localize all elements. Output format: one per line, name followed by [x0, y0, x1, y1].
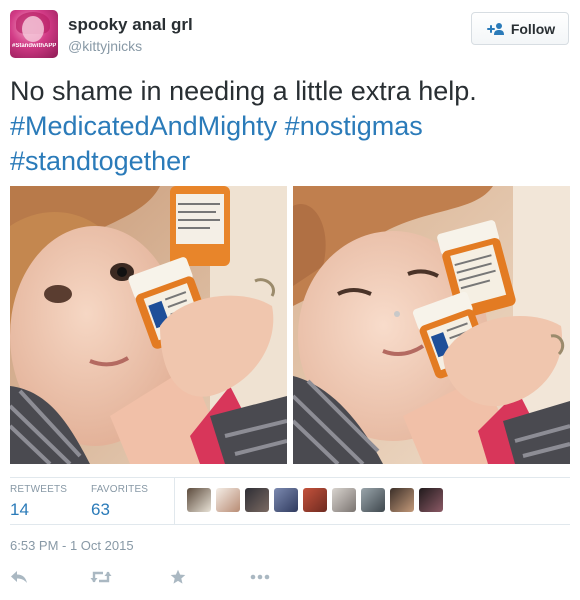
favorites-stat[interactable]: FAVORITES 63: [91, 484, 148, 520]
favoriter-avatar[interactable]: [303, 488, 327, 512]
favoriter-avatar[interactable]: [216, 488, 240, 512]
more-button[interactable]: [250, 566, 330, 588]
favoriter-avatar[interactable]: [274, 488, 298, 512]
tweet-photo-2[interactable]: [293, 186, 570, 464]
follow-button[interactable]: Follow: [471, 12, 569, 45]
retweets-count: 14: [10, 500, 29, 519]
avatar-tag: #StandwithAPP: [12, 43, 56, 49]
retweets-stat[interactable]: RETWEETS 14: [10, 484, 67, 520]
hashtag-link[interactable]: #nostigmas: [285, 111, 423, 141]
user-handle[interactable]: @kittyjnicks: [68, 38, 142, 54]
divider: [10, 477, 570, 478]
favorites-label: FAVORITES: [91, 484, 149, 495]
retweets-label: RETWEETS: [10, 484, 68, 495]
favoriter-avatar[interactable]: [419, 488, 443, 512]
divider: [10, 524, 570, 525]
favoriter-avatar[interactable]: [245, 488, 269, 512]
user-fullname[interactable]: spooky anal grl: [68, 15, 193, 35]
favorites-count: 63: [91, 500, 110, 519]
more-icon: [250, 574, 270, 580]
retweet-button[interactable]: [90, 566, 170, 588]
tweet-timestamp[interactable]: 6:53 PM - 1 Oct 2015: [10, 538, 134, 553]
tweet-text: No shame in needing a little extra help.…: [10, 74, 570, 179]
divider: [174, 478, 175, 524]
star-icon: [170, 569, 186, 585]
avatar[interactable]: #StandwithAPP: [10, 10, 58, 58]
reply-button[interactable]: [10, 566, 90, 588]
favoriter-avatar[interactable]: [390, 488, 414, 512]
tweet-card: #StandwithAPP spooky anal grl @kittyjnic…: [0, 0, 580, 600]
add-person-icon: [485, 22, 505, 36]
tweet-body: No shame in needing a little extra help.: [10, 76, 477, 106]
hashtag-link[interactable]: #MedicatedAndMighty: [10, 111, 277, 141]
hashtag-link[interactable]: #standtogether: [10, 146, 190, 176]
tweet-actions: [10, 566, 330, 588]
favoriter-avatar[interactable]: [332, 488, 356, 512]
reply-icon: [10, 570, 28, 584]
favoriters-avatars: [187, 488, 443, 512]
tweet-photo-1[interactable]: [10, 186, 287, 464]
favorite-button[interactable]: [170, 566, 250, 588]
favoriter-avatar[interactable]: [361, 488, 385, 512]
follow-label: Follow: [510, 20, 556, 37]
retweet-icon: [90, 570, 112, 584]
favoriter-avatar[interactable]: [187, 488, 211, 512]
